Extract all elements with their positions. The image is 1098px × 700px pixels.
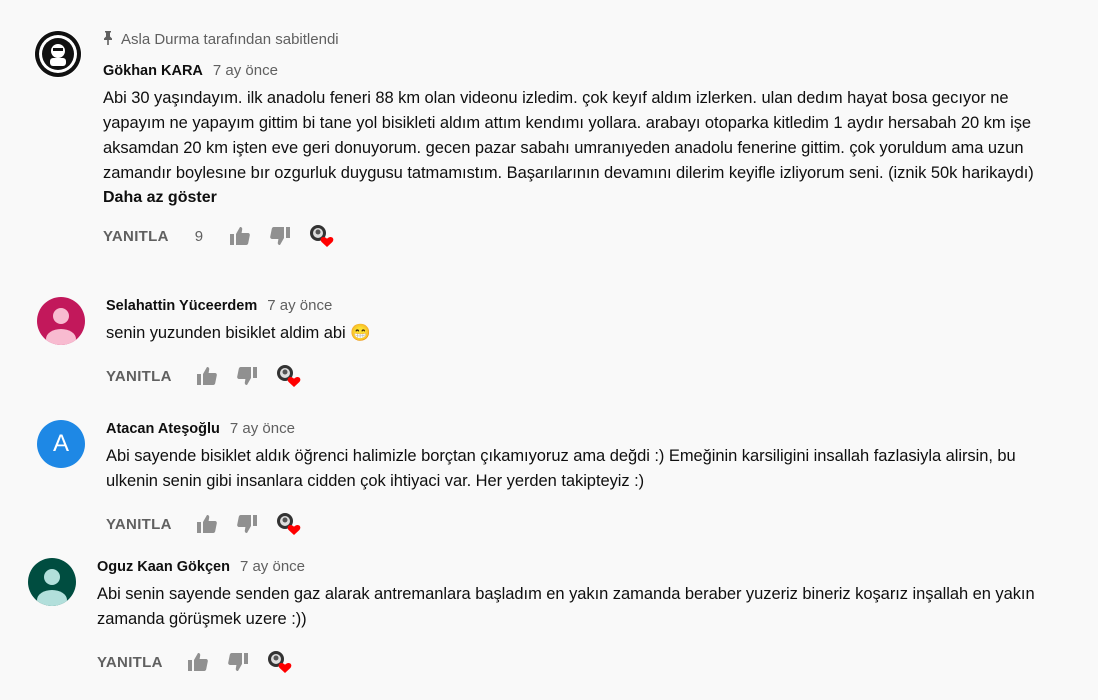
avatar[interactable] bbox=[37, 297, 85, 345]
dislike-icon[interactable] bbox=[227, 651, 249, 673]
avatar[interactable] bbox=[34, 30, 82, 78]
like-icon[interactable] bbox=[196, 365, 218, 387]
comment-time[interactable]: 7 ay önce bbox=[240, 558, 305, 575]
avatar[interactable]: A bbox=[37, 420, 85, 468]
comment-text: senin yuzunden bisiklet aldim abi 😁 bbox=[106, 324, 371, 342]
default-user-icon bbox=[46, 308, 76, 345]
comment-text: Abi senin sayende senden gaz alarak antr… bbox=[97, 585, 1035, 628]
dislike-icon[interactable] bbox=[236, 513, 258, 535]
show-less-button[interactable]: Daha az göster bbox=[103, 186, 1078, 210]
avatar-letter: A bbox=[52, 430, 69, 457]
creator-heart-icon bbox=[267, 650, 293, 674]
creator-heart-icon bbox=[309, 224, 335, 248]
creator-heart-icon bbox=[276, 364, 302, 388]
reply-button[interactable]: YANITLA bbox=[97, 654, 163, 671]
avatar[interactable] bbox=[28, 558, 76, 606]
channel-logo-icon bbox=[35, 31, 81, 77]
reply-button[interactable]: YANITLA bbox=[106, 368, 172, 385]
pinned-label: Asla Durma tarafından sabitlendi bbox=[103, 30, 1078, 48]
comment-text: Abi sayende bisiklet aldık öğrenci halim… bbox=[106, 447, 1016, 490]
comment-text: Abi 30 yaşındayım. ilk anadolu feneri 88… bbox=[103, 89, 1034, 182]
default-user-icon bbox=[37, 569, 67, 606]
dislike-icon[interactable] bbox=[269, 225, 291, 247]
like-icon[interactable] bbox=[196, 513, 218, 535]
comment-time[interactable]: 7 ay önce bbox=[213, 62, 278, 79]
dislike-icon[interactable] bbox=[236, 365, 258, 387]
comment-time[interactable]: 7 ay önce bbox=[230, 420, 295, 437]
like-icon[interactable] bbox=[187, 651, 209, 673]
comment-author[interactable]: Atacan Ateşoğlu bbox=[106, 421, 220, 437]
like-icon[interactable] bbox=[229, 225, 251, 247]
comment-author[interactable]: Oguz Kaan Gökçen bbox=[97, 559, 230, 575]
like-count: 9 bbox=[194, 227, 204, 245]
comment-author[interactable]: Selahattin Yüceerdem bbox=[106, 298, 257, 314]
pin-icon bbox=[103, 30, 113, 48]
comment-author[interactable]: Gökhan KARA bbox=[103, 63, 203, 79]
comment-time[interactable]: 7 ay önce bbox=[267, 297, 332, 314]
reply-button[interactable]: YANITLA bbox=[103, 228, 169, 245]
creator-heart-icon bbox=[276, 512, 302, 536]
pinned-text: Asla Durma tarafından sabitlendi bbox=[121, 30, 339, 48]
reply-button[interactable]: YANITLA bbox=[106, 516, 172, 533]
